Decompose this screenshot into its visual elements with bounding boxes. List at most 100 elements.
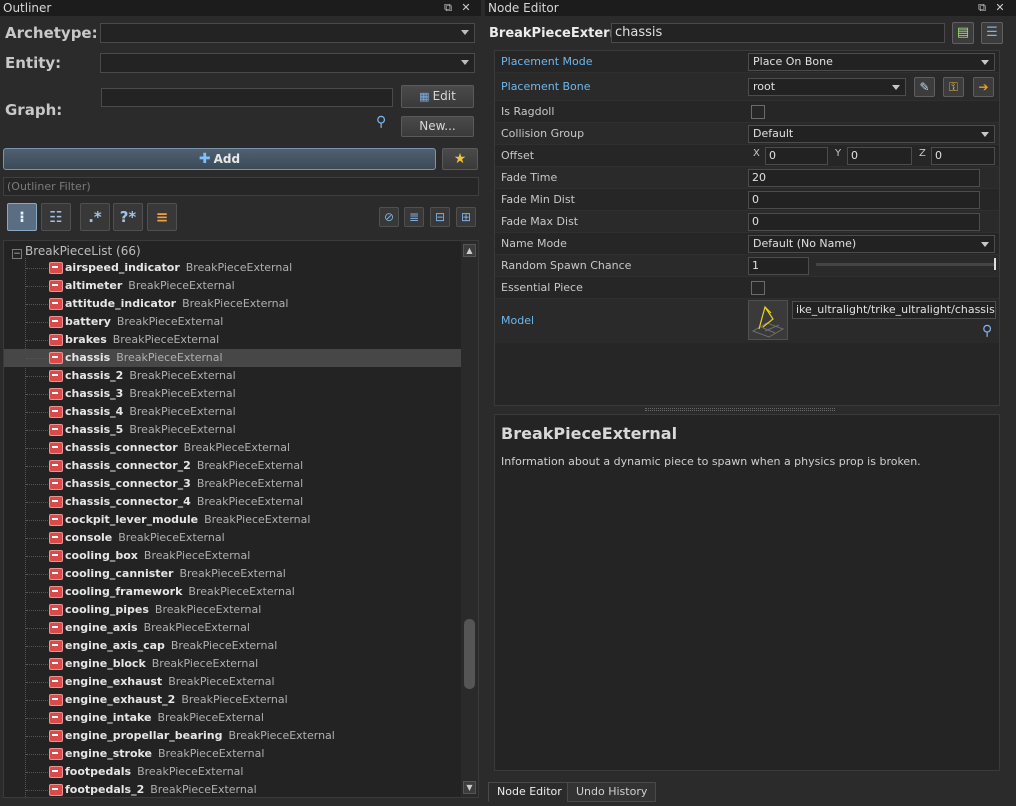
- model-path-input[interactable]: ike_ultralight/trike_ultralight/chassis.…: [792, 301, 996, 319]
- tree-item[interactable]: engine_intake BreakPieceExternal: [4, 709, 461, 727]
- list-icon[interactable]: ≡: [147, 203, 177, 231]
- tree-item-label: chassis_4: [65, 405, 124, 418]
- tree-item[interactable]: chassis BreakPieceExternal: [4, 349, 461, 367]
- break-piece-icon: [49, 388, 63, 400]
- name-mode-combo[interactable]: Default (No Name): [748, 235, 995, 253]
- tree-item[interactable]: chassis_connector_3 BreakPieceExternal: [4, 475, 461, 493]
- pin-icon[interactable]: ⧉: [975, 0, 989, 16]
- query-icon[interactable]: ?*: [113, 203, 143, 231]
- scroll-down-icon[interactable]: ▼: [463, 781, 476, 794]
- tree-item[interactable]: chassis_3 BreakPieceExternal: [4, 385, 461, 403]
- tree-item-label: engine_intake: [65, 711, 152, 724]
- tree-item[interactable]: engine_stroke BreakPieceExternal: [4, 745, 461, 763]
- tree-item[interactable]: airspeed_indicator BreakPieceExternal: [4, 259, 461, 277]
- tree-item[interactable]: battery BreakPieceExternal: [4, 313, 461, 331]
- tree-item[interactable]: engine_propellar_bearing BreakPieceExtern…: [4, 727, 461, 745]
- break-piece-icon: [49, 784, 63, 796]
- graph-field[interactable]: [101, 88, 393, 107]
- tree-item[interactable]: console BreakPieceExternal: [4, 529, 461, 547]
- tree-item[interactable]: footpedals_2 BreakPieceExternal: [4, 781, 461, 797]
- tree-item[interactable]: altimeter BreakPieceExternal: [4, 277, 461, 295]
- tree-item[interactable]: cooling_box BreakPieceExternal: [4, 547, 461, 565]
- tree-item-name: altimeter BreakPieceExternal: [65, 277, 235, 295]
- panel-splitter[interactable]: [645, 408, 835, 411]
- scroll-up-icon[interactable]: ▲: [463, 244, 476, 257]
- fade-min-dist-input[interactable]: 0: [748, 191, 980, 209]
- tree-item[interactable]: cooling_cannister BreakPieceExternal: [4, 565, 461, 583]
- placement-mode-combo[interactable]: Place On Bone: [748, 53, 995, 71]
- key-icon[interactable]: ⚿: [943, 77, 964, 97]
- search-icon[interactable]: ⚲: [982, 323, 992, 339]
- pin-icon[interactable]: ⧉: [441, 0, 455, 16]
- align-icon[interactable]: ≣: [404, 207, 424, 227]
- outliner-filter-input[interactable]: (Outliner Filter): [3, 177, 479, 196]
- tree-item[interactable]: brakes BreakPieceExternal: [4, 331, 461, 349]
- tree-item[interactable]: engine_axis BreakPieceExternal: [4, 619, 461, 637]
- hide-icon[interactable]: ⊘: [379, 207, 399, 227]
- model-thumbnail[interactable]: [748, 300, 788, 340]
- break-piece-icon: [49, 298, 63, 310]
- tree-item[interactable]: chassis_connector_2 BreakPieceExternal: [4, 457, 461, 475]
- tree-item[interactable]: chassis_2 BreakPieceExternal: [4, 367, 461, 385]
- close-icon[interactable]: ✕: [459, 0, 473, 16]
- new-button[interactable]: New...: [401, 116, 474, 137]
- collision-group-combo[interactable]: Default: [748, 125, 995, 143]
- is-ragdoll-checkbox[interactable]: [751, 105, 765, 119]
- collapse-node-icon[interactable]: −: [12, 249, 22, 259]
- tree-scrollbar[interactable]: ▲ ▼: [461, 241, 478, 797]
- hierarchy-icon[interactable]: ☷: [41, 203, 71, 231]
- tree-item-name: engine_propellar_bearing BreakPieceExtern…: [65, 727, 335, 745]
- prop-label: Essential Piece: [501, 281, 583, 294]
- fade-max-dist-input[interactable]: 0: [748, 213, 980, 231]
- tree-view-icon[interactable]: ⁝: [7, 203, 37, 231]
- tree-guide-line: [26, 682, 48, 683]
- search-icon[interactable]: ⚲: [376, 114, 386, 130]
- slider-handle[interactable]: [994, 258, 996, 270]
- tree-item[interactable]: attitude_indicator BreakPieceExternal: [4, 295, 461, 313]
- fade-time-input[interactable]: 20: [748, 169, 980, 187]
- add-button[interactable]: ✚ Add: [3, 148, 436, 170]
- tree-item[interactable]: engine_block BreakPieceExternal: [4, 655, 461, 673]
- dropper-icon[interactable]: ✎: [914, 77, 935, 97]
- tree-root[interactable]: − BreakPieceList (66): [12, 243, 141, 260]
- scroll-thumb[interactable]: [464, 619, 475, 689]
- edit-button[interactable]: ▦ Edit: [401, 85, 474, 108]
- offset-z-label: Z: [919, 148, 926, 159]
- tree-item[interactable]: chassis_connector BreakPieceExternal: [4, 439, 461, 457]
- offset-z-input[interactable]: 0: [931, 147, 995, 165]
- essential-piece-checkbox[interactable]: [751, 281, 765, 295]
- tree-item[interactable]: cooling_framework BreakPieceExternal: [4, 583, 461, 601]
- arrow-right-icon[interactable]: ➔: [973, 77, 994, 97]
- node-name-input[interactable]: chassis: [611, 23, 945, 43]
- tree-item[interactable]: chassis_4 BreakPieceExternal: [4, 403, 461, 421]
- random-spawn-chance-slider[interactable]: [748, 255, 1000, 277]
- archetype-combo[interactable]: [100, 23, 475, 43]
- regex-icon[interactable]: .*: [80, 203, 110, 231]
- tree-item[interactable]: footpedals BreakPieceExternal: [4, 763, 461, 781]
- break-piece-icon: [49, 532, 63, 544]
- placement-mode-value: Place On Bone: [753, 55, 833, 68]
- entity-combo[interactable]: [100, 53, 475, 73]
- favorites-button[interactable]: ★: [442, 148, 478, 170]
- tree-item[interactable]: chassis_5 BreakPieceExternal: [4, 421, 461, 439]
- expand-all-icon[interactable]: ⊞: [456, 207, 476, 227]
- tree-item-type: BreakPieceExternal: [143, 621, 250, 634]
- tree-item[interactable]: cooling_pipes BreakPieceExternal: [4, 601, 461, 619]
- tree-item[interactable]: engine_axis_cap BreakPieceExternal: [4, 637, 461, 655]
- tree-item[interactable]: chassis_connector_4 BreakPieceExternal: [4, 493, 461, 511]
- tree-item[interactable]: cockpit_lever_module BreakPieceExternal: [4, 511, 461, 529]
- list-view-icon[interactable]: ☰: [981, 22, 1003, 44]
- tree-item[interactable]: engine_exhaust BreakPieceExternal: [4, 673, 461, 691]
- tree-item[interactable]: engine_exhaust_2 BreakPieceExternal: [4, 691, 461, 709]
- close-icon[interactable]: ✕: [993, 0, 1007, 16]
- new-node-icon[interactable]: ▤: [952, 22, 974, 44]
- offset-x-input[interactable]: 0: [765, 147, 828, 165]
- tree-item-label: airspeed_indicator: [65, 261, 180, 274]
- placement-bone-combo[interactable]: root: [748, 78, 906, 96]
- prop-collision-group: Collision Group Default: [495, 123, 999, 145]
- collapse-all-icon[interactable]: ⊟: [430, 207, 450, 227]
- tab-undo-history[interactable]: Undo History: [567, 782, 657, 802]
- outliner-tree[interactable]: − BreakPieceList (66) airspeed_indicator B…: [3, 240, 479, 798]
- offset-y-input[interactable]: 0: [847, 147, 912, 165]
- tab-node-editor[interactable]: Node Editor: [488, 782, 571, 802]
